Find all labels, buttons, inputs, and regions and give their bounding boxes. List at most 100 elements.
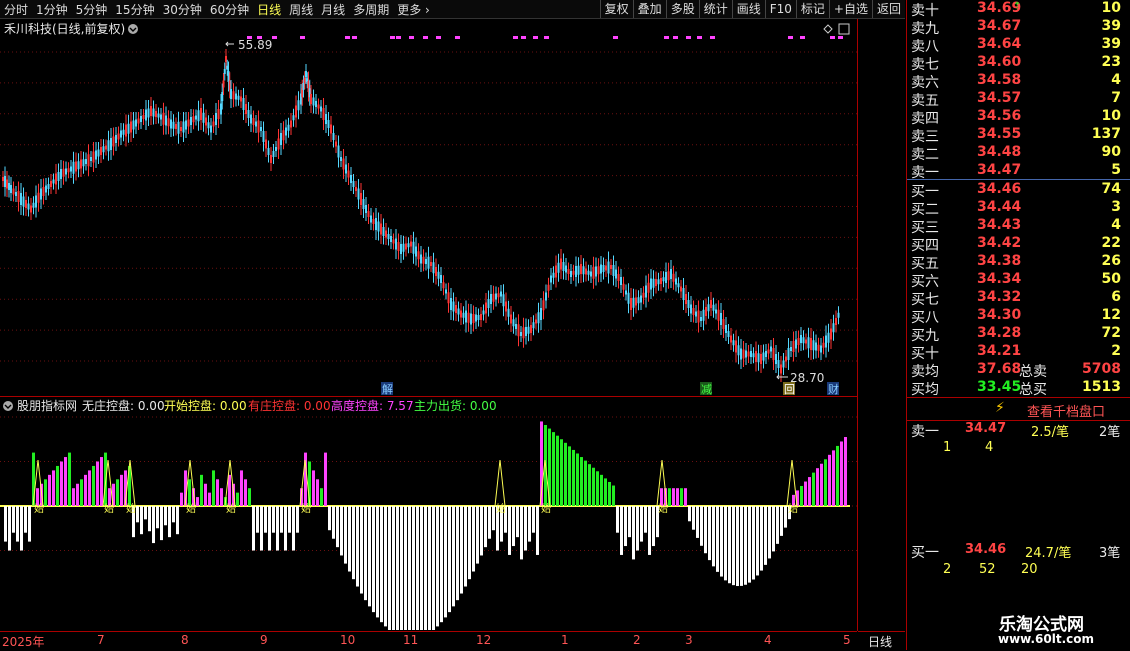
bid1-label: 买一 [911, 545, 939, 561]
bid-row[interactable]: 买九 34.28 72 [907, 325, 1130, 344]
ask-row[interactable]: 卖三 34.55 137 [907, 126, 1130, 145]
ask-row[interactable]: 卖五 34.57 7 [907, 90, 1130, 109]
candle-body [632, 297, 635, 308]
ask-row[interactable]: 卖九 34.67 39 [907, 18, 1130, 37]
candle-body [565, 265, 567, 273]
indicator-bar [340, 506, 343, 556]
candle-body [70, 166, 72, 172]
indicator-bar [408, 506, 411, 630]
bid-volume: 3 [1111, 199, 1121, 215]
candle-body [50, 181, 52, 187]
candle-body [670, 269, 672, 279]
ask-row[interactable]: 卖七 34.60 23 [907, 54, 1130, 73]
candle-body [112, 136, 115, 147]
ask-row[interactable]: 卖十 34.69 10 ⇡ [907, 0, 1130, 19]
period-tab-1min[interactable]: 1分钟 [32, 1, 72, 18]
indicator-bar [396, 506, 399, 630]
candle-body [257, 120, 260, 133]
candle-body [585, 268, 587, 275]
indicator-bar [772, 506, 775, 552]
candle-body [567, 269, 570, 274]
bid-row[interactable]: 买一 34.46 74 [907, 181, 1130, 200]
indicator-bar [440, 506, 443, 623]
ask-row[interactable]: 卖四 34.56 10 [907, 108, 1130, 127]
period-tab-monthly[interactable]: 月线 [317, 1, 349, 18]
period-tab-weekly[interactable]: 周线 [285, 1, 317, 18]
period-tab-15min[interactable]: 15分钟 [111, 1, 158, 18]
ask1-detail-1: 1 [943, 440, 952, 455]
indicator-bar [188, 479, 191, 506]
multi-stock-button[interactable]: 多股 [665, 0, 699, 18]
draw-line-button[interactable]: 画线 [731, 0, 765, 18]
indicator-dropdown-icon[interactable] [3, 401, 13, 411]
bid-row[interactable]: 买五 34.38 26 [907, 253, 1130, 272]
indicator-bar [752, 506, 755, 580]
ask1-detail-row: 卖一 34.47 2.5/笔 2笔 [907, 421, 1130, 440]
period-tab-30min[interactable]: 30分钟 [159, 1, 206, 18]
indicator-bar [88, 470, 91, 506]
bid-volume: 22 [1101, 235, 1121, 251]
back-button[interactable]: 返回 [871, 0, 905, 18]
bid-volume: 6 [1111, 289, 1121, 305]
period-tab-60min[interactable]: 60分钟 [206, 1, 253, 18]
period-tab-multi[interactable]: 多周期 [349, 1, 393, 18]
ask1-price: 34.47 [965, 421, 1007, 436]
ask-price: 34.67 [977, 18, 1022, 34]
diamond-icon[interactable] [823, 24, 833, 34]
overlay-button[interactable]: 叠加 [632, 0, 666, 18]
period-indicator: 日线 [868, 635, 893, 649]
indicator-bar [160, 506, 163, 541]
candle-body [130, 121, 132, 133]
candle-body [47, 184, 50, 189]
bid-row[interactable]: 买六 34.34 50 [907, 271, 1130, 290]
bid-row[interactable]: 买八 34.30 12 [907, 307, 1130, 326]
candle-body [247, 110, 250, 118]
candle-body [772, 348, 775, 360]
bid-row[interactable]: 买三 34.43 4 [907, 217, 1130, 236]
bid-label: 买三 [911, 220, 939, 236]
title-dropdown-icon[interactable] [128, 24, 138, 34]
period-tab-5min[interactable]: 5分钟 [72, 1, 112, 18]
signal-dot [613, 36, 618, 39]
candle-body [220, 103, 222, 115]
f10-button[interactable]: F10 [764, 0, 796, 18]
bid-row[interactable]: 买二 34.44 3 [907, 199, 1130, 218]
candle-body [435, 267, 437, 276]
depth-view-button[interactable]: 查看千档盘口 [1027, 401, 1105, 420]
candle-body [252, 118, 255, 125]
period-tab-intraday[interactable]: 分时 [0, 1, 32, 18]
bid-row[interactable]: 买七 34.32 6 [907, 289, 1130, 308]
bid-row[interactable]: 买十 34.21 2 ⇣ [907, 343, 1130, 362]
ask-row[interactable]: 卖二 34.48 90 [907, 144, 1130, 163]
ask-row[interactable]: 卖六 34.58 4 [907, 72, 1130, 91]
candle-body [147, 108, 150, 118]
ask-row[interactable]: 卖一 34.47 5 [907, 162, 1130, 181]
mark-button[interactable]: 标记 [795, 0, 829, 18]
indicator-bar [364, 506, 367, 601]
maximize-icon[interactable] [838, 23, 850, 35]
candle-body [562, 262, 565, 271]
candle-body [825, 335, 827, 348]
indicator-bar [824, 459, 827, 506]
add-watchlist-button[interactable]: +自选 [828, 0, 872, 18]
candle-body [157, 113, 160, 118]
period-tab-more[interactable]: 更多 › [393, 1, 434, 18]
total-sell-value: 5708 [1082, 361, 1121, 377]
chart-area[interactable]: 禾川科技(日线,前复权) 55.89 28.70 55.0052.5050.00… [0, 19, 857, 630]
indicator-bar [332, 506, 335, 539]
candle-body [185, 120, 187, 130]
period-tab-daily[interactable]: 日线 [253, 1, 285, 18]
indicator-bar [516, 506, 519, 538]
candle-body [292, 115, 295, 121]
indicator-bar [612, 485, 615, 506]
indicator-bar [400, 506, 403, 630]
adjust-button[interactable]: 复权 [599, 0, 633, 18]
bid-row[interactable]: 买四 34.42 22 [907, 235, 1130, 254]
candle-body [100, 147, 102, 155]
candle-body [690, 304, 692, 314]
indicator-bar [312, 470, 315, 506]
stats-button[interactable]: 统计 [698, 0, 732, 18]
ask-row[interactable]: 卖八 34.64 39 [907, 36, 1130, 55]
candle-body [527, 326, 530, 334]
indicator-bar [432, 506, 435, 630]
